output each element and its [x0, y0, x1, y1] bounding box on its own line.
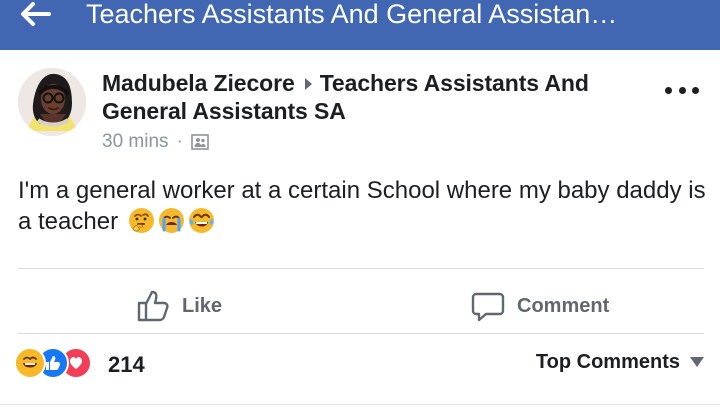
more-options-icon [692, 86, 699, 94]
spacer [0, 50, 720, 56]
author-name[interactable]: Madubela Ziecore [102, 70, 295, 96]
thumbs-up-icon [137, 290, 169, 322]
author-avatar[interactable] [18, 68, 86, 136]
summary-divider [0, 404, 720, 405]
crying-face-icon [158, 207, 185, 234]
post-time[interactable]: 30 mins [102, 131, 169, 153]
meta-separator: · [176, 131, 183, 152]
top-comments-label: Top Comments [535, 351, 680, 373]
reaction-icons[interactable] [14, 347, 92, 379]
post-author-line: Madubela Ziecore Teachers Assistants And … [102, 69, 662, 125]
arrow-left-icon [21, 2, 51, 26]
more-options-icon [678, 86, 686, 94]
laugh-reaction-icon [14, 347, 46, 379]
comment-button[interactable]: Comment [471, 279, 609, 333]
actions-divider [18, 333, 704, 334]
back-button[interactable] [18, 0, 52, 29]
post-divider [18, 268, 704, 269]
top-comments-dropdown[interactable]: Top Comments [536, 351, 704, 374]
post-message: I'm a general worker at a certain School… [18, 177, 706, 235]
post-actions: Like Comment [0, 279, 720, 333]
group-icon [191, 134, 209, 150]
top-app-bar: Teachers Assistants And General Assistan… [0, 0, 720, 50]
post-meta: 30 mins · [102, 131, 662, 153]
dropdown-caret-icon [690, 356, 704, 367]
group-title: Teachers Assistants And General Assistan… [86, 0, 618, 29]
like-label: Like [182, 294, 223, 317]
caret-right-icon [304, 78, 312, 90]
comment-icon [471, 292, 505, 322]
more-options-icon [665, 86, 672, 94]
avatar-image [18, 68, 86, 136]
thinking-face-icon [128, 207, 155, 234]
post-header: Madubela Ziecore Teachers Assistants And … [102, 69, 662, 153]
post-body: I'm a general worker at a certain School… [18, 175, 708, 237]
like-button[interactable]: Like [136, 279, 222, 333]
reaction-summary: 214 Top Comments [0, 343, 720, 387]
reaction-count[interactable]: 214 [108, 352, 145, 378]
more-options-button[interactable] [665, 84, 699, 96]
tears-of-joy-icon [188, 207, 215, 234]
comment-label: Comment [517, 294, 610, 317]
